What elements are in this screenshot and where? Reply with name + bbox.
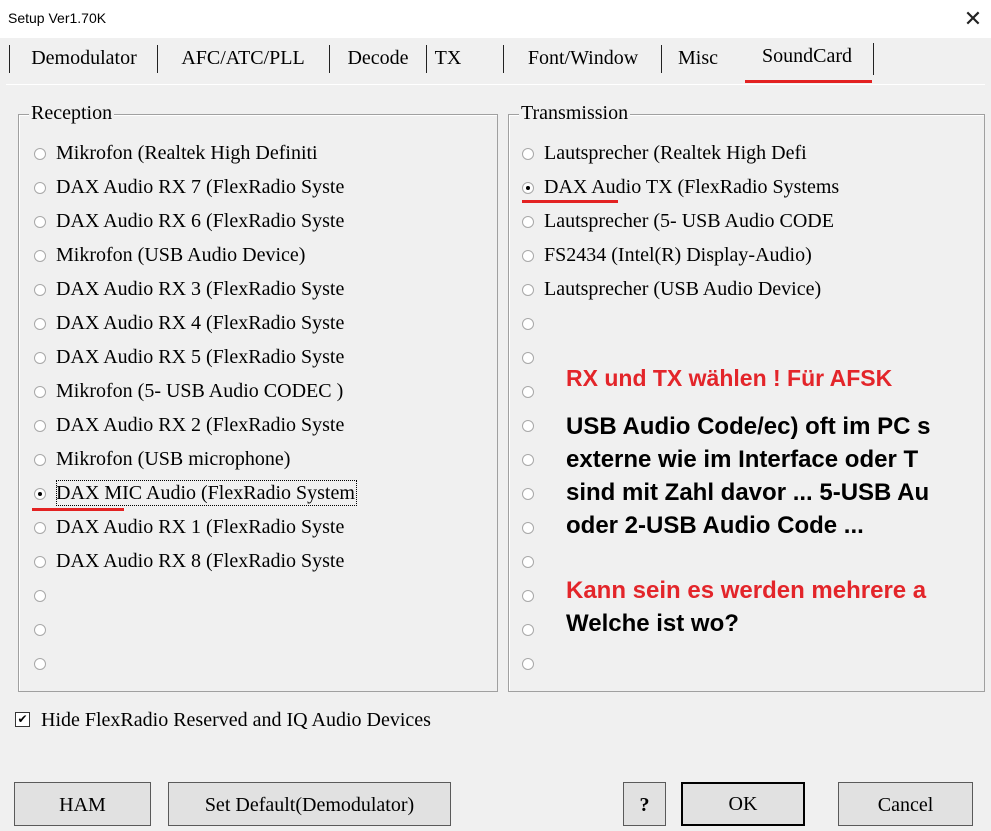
cancel-button[interactable]: Cancel bbox=[838, 782, 973, 826]
ok-button[interactable]: OK bbox=[681, 782, 805, 826]
annotation-line-3: externe wie im Interface oder T bbox=[566, 446, 919, 473]
annotation-line-6: Kann sein es werden mehrere a bbox=[566, 577, 927, 604]
annotation-line-5: oder 2-USB Audio Code ... bbox=[566, 512, 864, 539]
set-default-button[interactable]: Set Default(Demodulator) bbox=[168, 782, 451, 826]
annotation-line-7: Welche ist wo? bbox=[566, 610, 739, 637]
ham-button[interactable]: HAM bbox=[14, 782, 151, 826]
hide-devices-checkbox[interactable]: ✔ bbox=[15, 712, 30, 727]
help-button[interactable]: ? bbox=[623, 782, 666, 826]
annotation-line-4: sind mit Zahl davor ... 5-USB Au bbox=[566, 479, 930, 506]
annotation-line-2: USB Audio Code/ec) oft im PC s bbox=[566, 413, 931, 440]
hide-devices-label[interactable]: Hide FlexRadio Reserved and IQ Audio Dev… bbox=[41, 707, 431, 733]
annotation-line-1: RX und TX wählen ! Für AFSK bbox=[566, 365, 893, 391]
